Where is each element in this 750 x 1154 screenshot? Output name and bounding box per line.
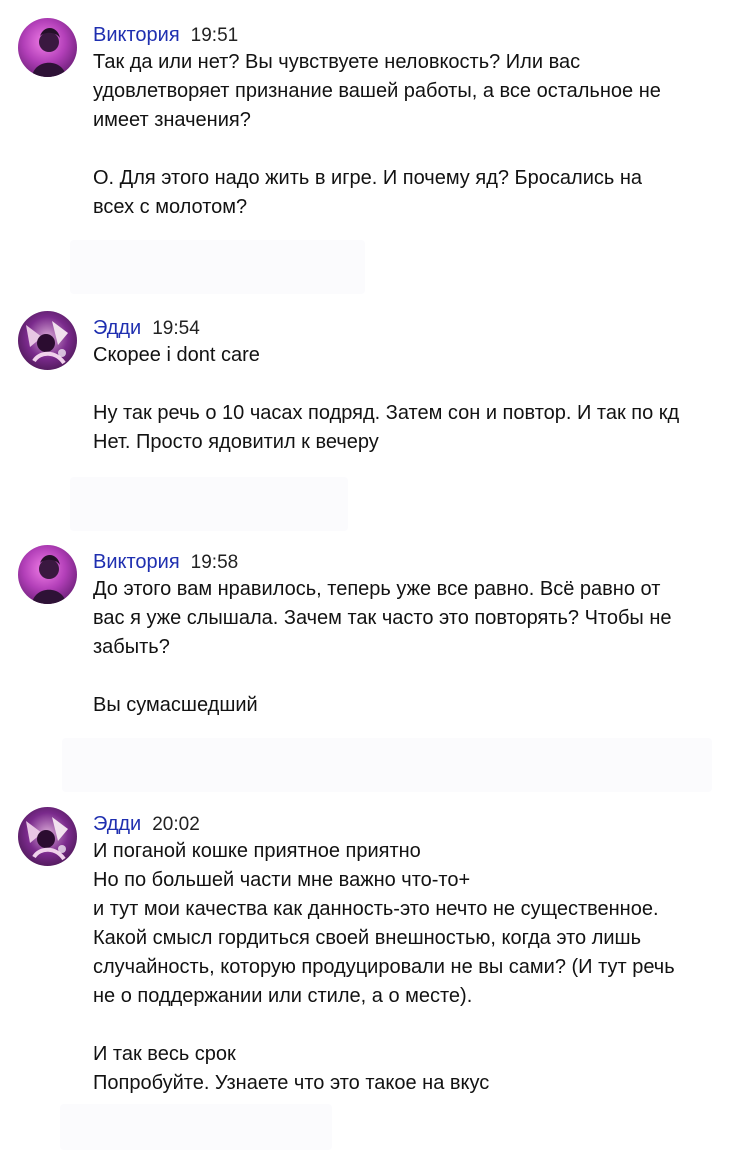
eddie-avatar-icon [18,311,77,370]
message-line: не о поддержании или стиле, а о месте). [93,985,473,1007]
message-header: Виктория 19:58 [93,548,238,576]
message-line [93,370,743,399]
eddie-avatar-icon [18,807,77,866]
avatar[interactable] [18,311,77,370]
message-header: Виктория 19:51 [93,21,238,49]
message-line: До этого вам нравилось, теперь уже все р… [93,578,661,600]
message-text: До этого вам нравилось, теперь уже все р… [93,575,743,720]
divider [70,240,365,294]
message-text: Скорее i dont care Ну так речь о 10 часа… [93,341,743,457]
message-line [93,135,743,164]
message-line [93,1011,743,1040]
message-line: Скорее i dont care [93,344,260,366]
message-text: И поганой кошке приятное приятно Но по б… [93,837,743,1098]
message-line: всех с молотом? [93,196,248,218]
message-line: вас я уже слышала. Зачем так часто это п… [93,607,672,629]
message-line: Ну так речь о 10 часах подряд. Затем сон… [93,402,680,424]
message-line: имеет значения? [93,109,251,131]
avatar[interactable] [18,545,77,604]
author-name[interactable]: Виктория [93,551,180,573]
message-line: удовлетворяет признание вашей работы, а … [93,80,661,102]
message-line: Попробуйте. Узнаете что это такое на вку… [93,1072,490,1094]
viktoria-avatar-icon [18,18,77,77]
message-time: 19:51 [190,25,239,46]
message-line: И поганой кошке приятное приятно [93,840,421,862]
message-line: О. Для этого надо жить в игре. И почему … [93,167,643,189]
message-line: Но по большей части мне важно что-то+ [93,869,471,891]
message-line: Какой смысл гордиться своей внешностью, … [93,927,642,949]
message-time: 20:02 [152,814,200,835]
message-line: и тут мои качества как данность-это нечт… [93,898,659,920]
message-line: случайность, которую продуцировали не вы… [93,956,675,978]
message-header: Эдди 19:54 [93,314,200,342]
message-line [93,662,743,691]
message-line: Так да или нет? Вы чувствуете неловкость… [93,51,581,73]
message-header: Эдди 20:02 [93,810,200,838]
author-name[interactable]: Эдди [93,813,141,835]
avatar[interactable] [18,18,77,77]
divider [62,738,712,792]
message-time: 19:54 [152,318,200,339]
author-name[interactable]: Виктория [93,24,180,46]
viktoria-avatar-icon [18,545,77,604]
message-line: И так весь срок [93,1043,236,1065]
message-text: Так да или нет? Вы чувствуете неловкость… [93,48,743,222]
message-line: Вы сумасшедший [93,694,258,716]
message-line: забыть? [93,636,170,658]
divider [70,477,348,531]
author-name[interactable]: Эдди [93,317,141,339]
message-time: 19:58 [190,552,239,573]
divider [60,1104,332,1150]
avatar[interactable] [18,807,77,866]
message-line: Нет. Просто ядовитил к вечеру [93,431,379,453]
